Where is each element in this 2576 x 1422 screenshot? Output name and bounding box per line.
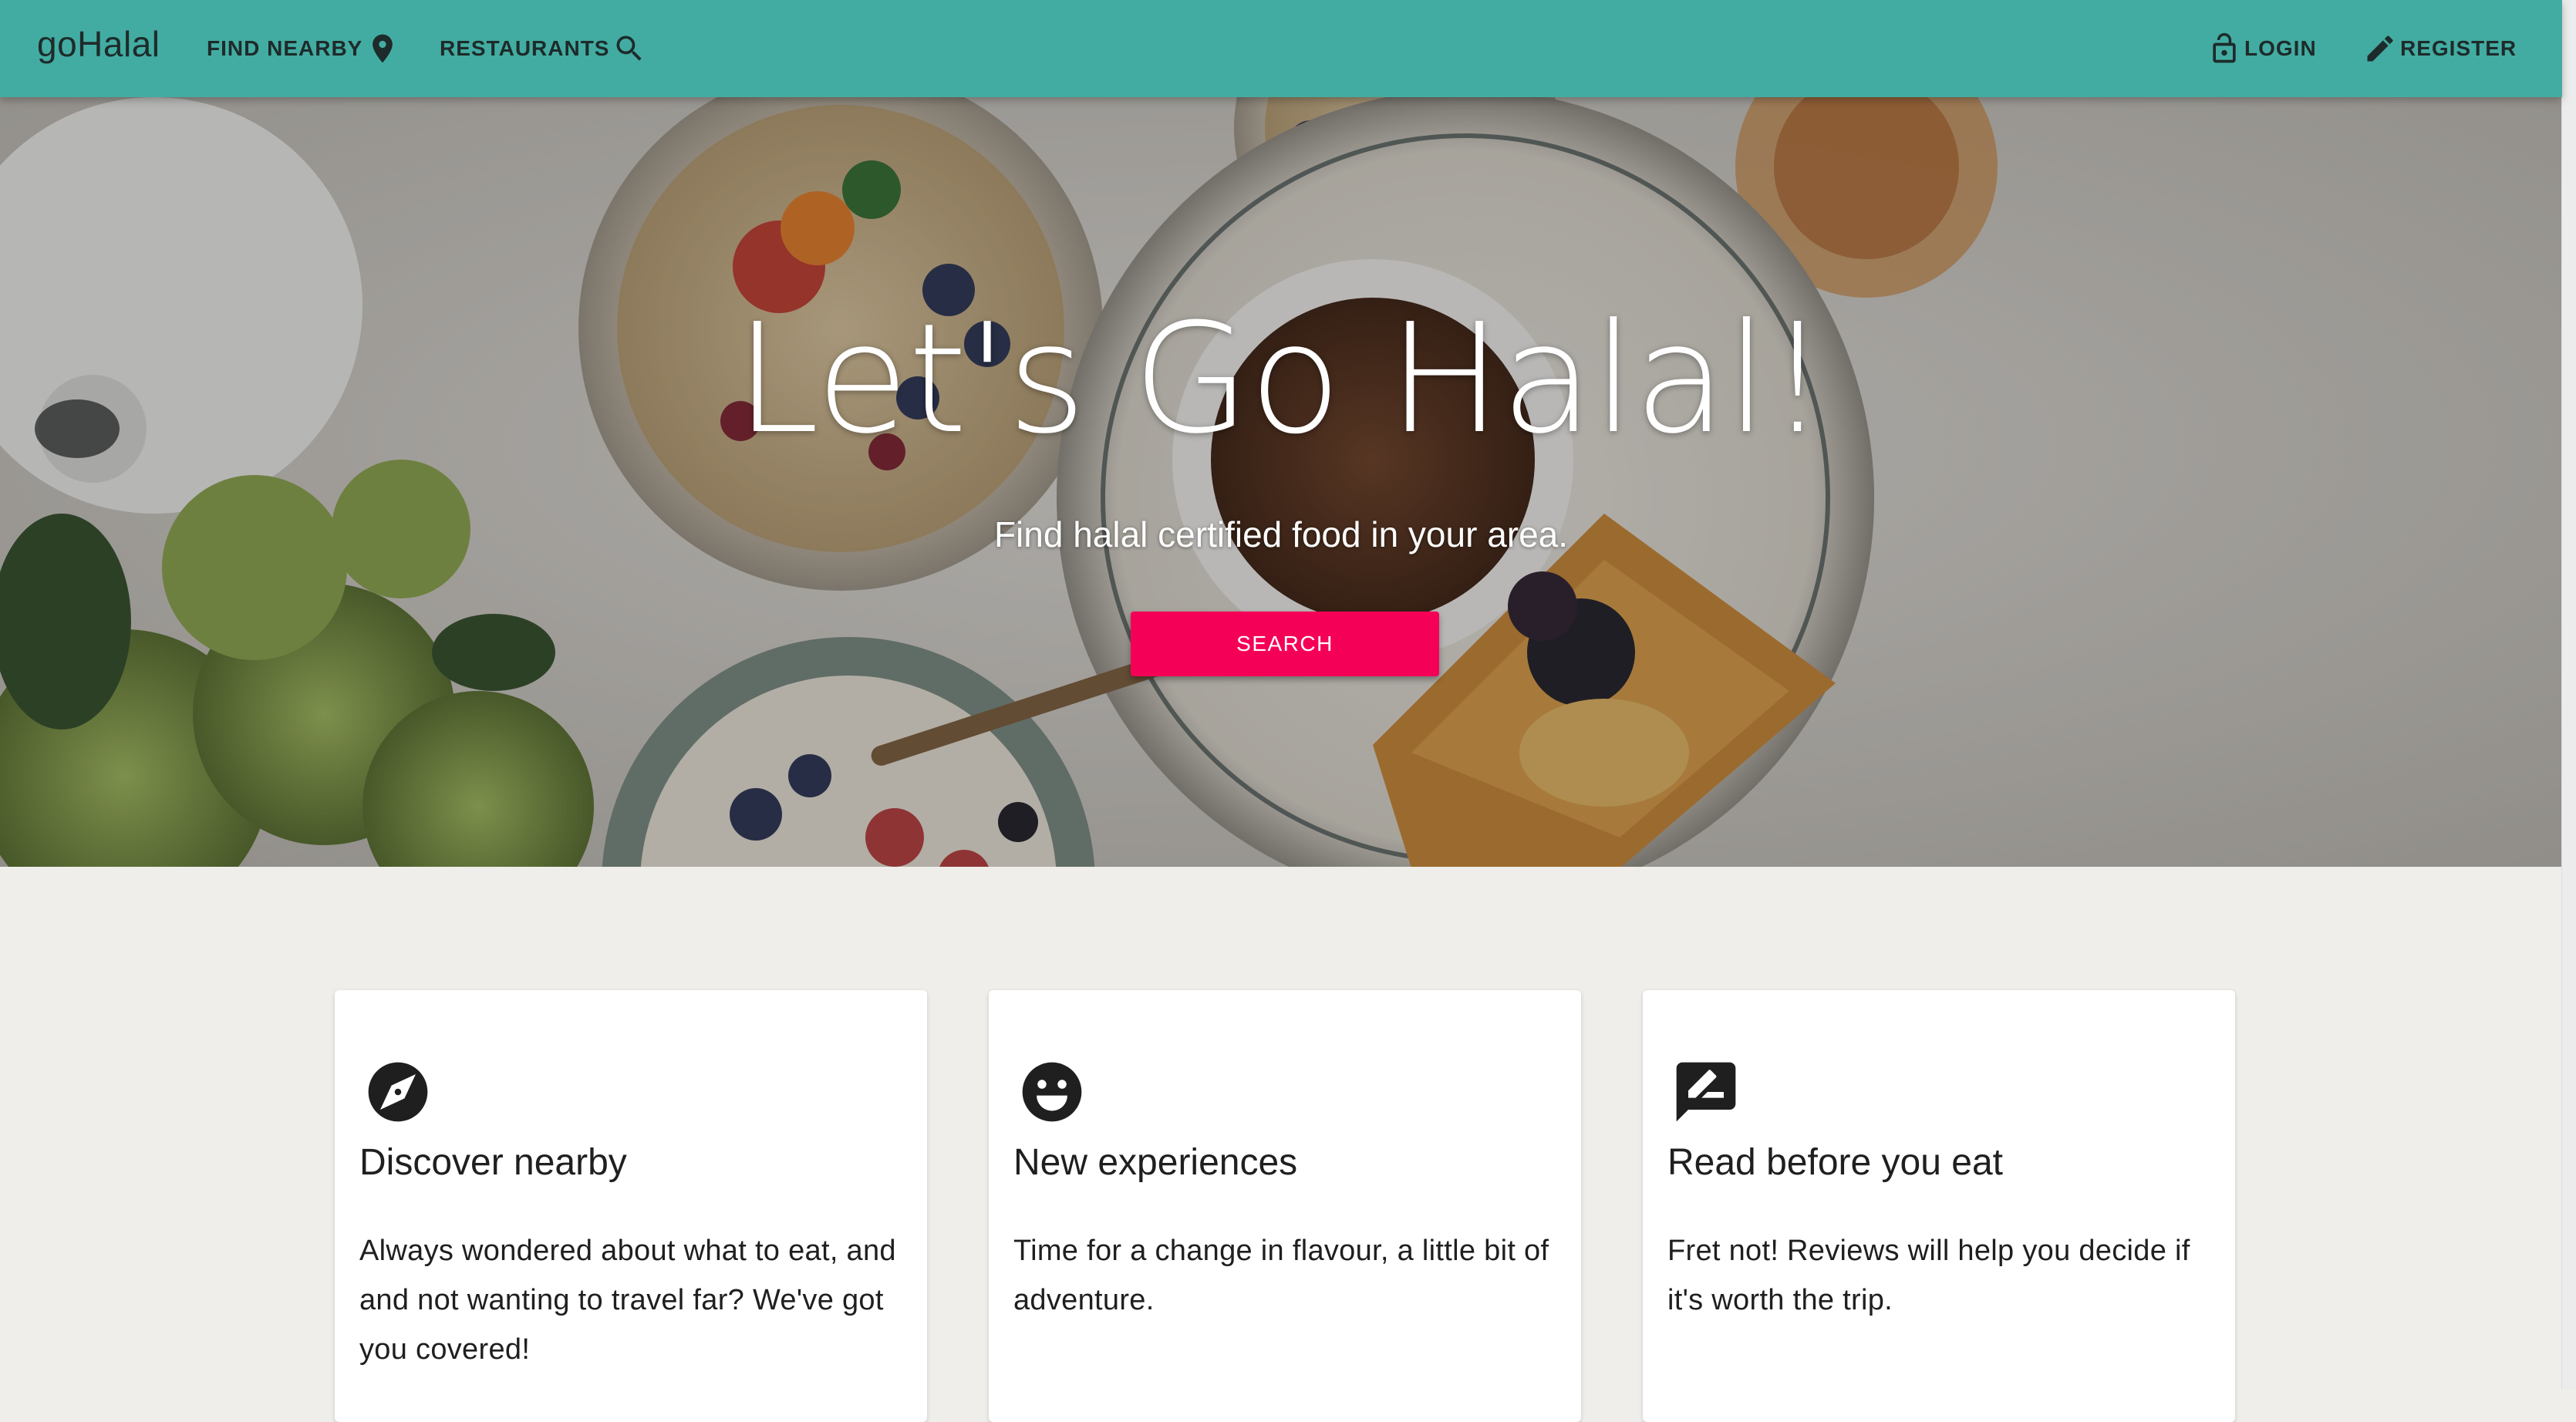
- hero-subtitle: Find halal certified food in your area.: [993, 514, 1569, 554]
- smiley-face-icon: [1022, 1062, 1082, 1122]
- hero-dark-overlay: [0, 97, 2562, 867]
- feature-card-experiences: New experiences Time for a change in fla…: [989, 990, 1581, 1422]
- feature-text: Fret not! Reviews will help you decide i…: [1667, 1235, 2190, 1316]
- feature-title: Discover nearby: [359, 1142, 627, 1183]
- location-pin-icon: [373, 34, 393, 63]
- nav-login-label: LOGIN: [2244, 36, 2317, 60]
- top-app-bar: goHalal FIND NEARBY RESTAURANTS LOGIN RE…: [0, 0, 2562, 97]
- feature-card-reviews: Read before you eat Fret not! Reviews wi…: [1643, 990, 2235, 1422]
- nav-register-button[interactable]: REGISTER: [2363, 0, 2517, 97]
- nav-login-button[interactable]: LOGIN: [2207, 0, 2317, 97]
- nav-find-nearby-label: FIND NEARBY: [207, 36, 363, 60]
- feature-title: New experiences: [1013, 1142, 1298, 1183]
- hero-title: Let's Go Halal!: [735, 291, 1828, 467]
- search-icon: [616, 35, 642, 61]
- feature-card-discover: Discover nearby Always wondered about wh…: [335, 990, 927, 1422]
- review-comment-icon: [1676, 1062, 1736, 1122]
- compass-icon: [368, 1062, 428, 1122]
- pencil-icon: [2367, 35, 2393, 62]
- nav-restaurants-label: RESTAURANTS: [440, 36, 610, 60]
- hero-banner: Let's Go Halal! Find halal certified foo…: [0, 97, 2562, 867]
- brand-logo-link[interactable]: goHalal: [37, 23, 160, 65]
- page-scrollbar[interactable]: [2561, 0, 2576, 1390]
- nav-find-nearby-button[interactable]: FIND NEARBY: [207, 0, 400, 97]
- feature-title: Read before you eat: [1667, 1142, 2003, 1183]
- nav-restaurants-button[interactable]: RESTAURANTS: [440, 0, 646, 97]
- feature-text: Time for a change in flavour, a little b…: [1013, 1235, 1549, 1316]
- nav-register-label: REGISTER: [2400, 36, 2517, 60]
- lock-icon: [2213, 32, 2236, 63]
- search-button[interactable]: SEARCH: [1131, 612, 1439, 676]
- feature-text: Always wondered about what to eat, and a…: [359, 1235, 896, 1366]
